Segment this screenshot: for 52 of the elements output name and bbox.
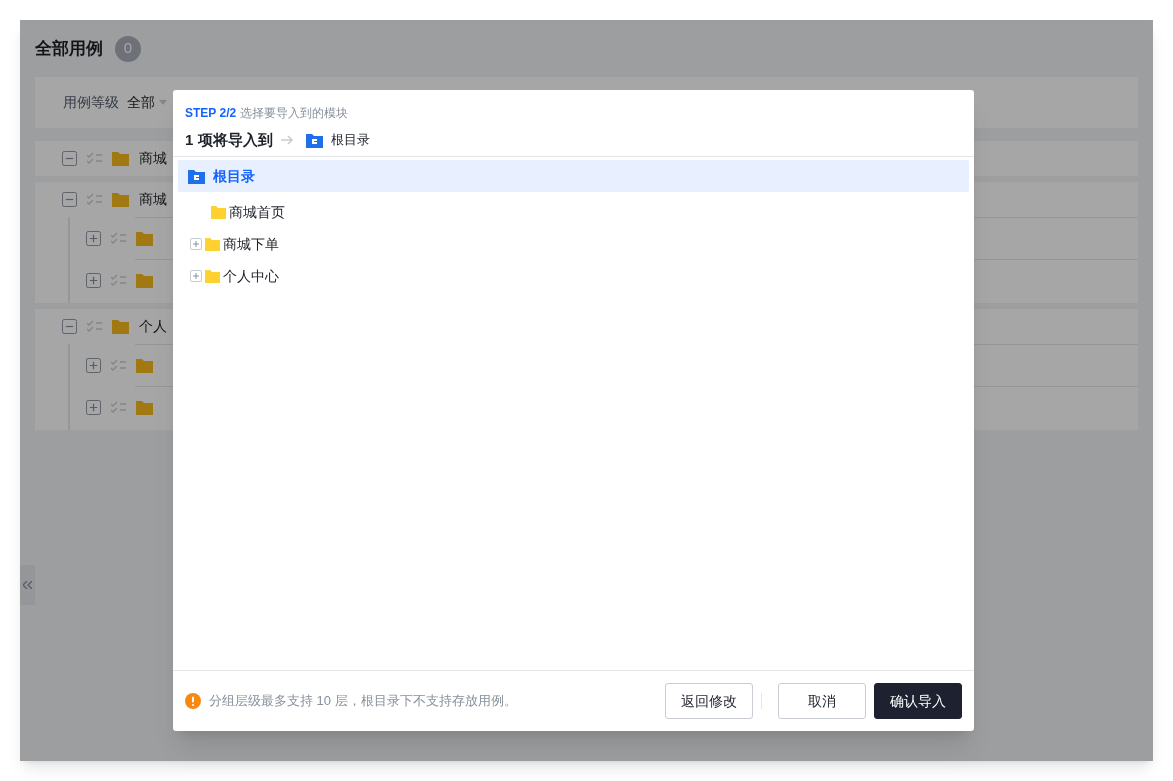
caret-down-icon (159, 100, 167, 105)
collapse-icon[interactable] (62, 151, 77, 166)
expand-icon[interactable] (190, 270, 202, 282)
count-badge: 0 (115, 35, 141, 62)
page-title: 全部用例 (35, 37, 103, 60)
level-dropdown[interactable]: 全部 (127, 92, 167, 113)
expand-icon[interactable] (86, 273, 101, 288)
expand-icon[interactable] (86, 358, 101, 373)
folder-icon (136, 400, 153, 415)
warning-icon (185, 693, 201, 709)
confirm-button[interactable]: 确认导入 (874, 683, 962, 719)
expand-icon[interactable] (86, 400, 101, 415)
folder-name[interactable]: 商城 (139, 148, 167, 169)
folder-icon (112, 319, 129, 334)
tree-item[interactable]: 个人中心 (178, 260, 969, 292)
collapse-icon[interactable] (62, 192, 77, 207)
hint-text: 分组层级最多支持 10 层，根目录下不支持存放用例。 (209, 692, 517, 711)
step-description: 选择要导入到的模块 (240, 105, 349, 122)
checklist-icon (87, 193, 102, 206)
folder-name[interactable]: 商城 (139, 189, 167, 210)
folder-icon (136, 231, 153, 246)
arrow-right-icon (280, 135, 294, 145)
tree-item[interactable]: 商城首页 (178, 196, 969, 228)
double-chevron-icon (23, 581, 32, 589)
collapse-sidebar-button[interactable] (20, 565, 35, 605)
tree-item[interactable]: 商城下单 (178, 228, 969, 260)
expand-icon[interactable] (190, 238, 202, 250)
checklist-icon (111, 274, 126, 287)
folder-name[interactable]: 个人 (139, 316, 167, 337)
checklist-icon (87, 320, 102, 333)
checklist-icon (87, 152, 102, 165)
folder-icon (136, 273, 153, 288)
target-folder: 根目录 (330, 131, 370, 150)
step-indicator: STEP 2/2 (185, 105, 237, 122)
dialog-title: 1 项将导入到 (185, 129, 273, 150)
folder-icon (205, 269, 220, 283)
checklist-icon (111, 232, 126, 245)
root-folder-icon (305, 132, 323, 148)
button[interactable]: 取消 (778, 683, 866, 719)
filter-label: 用例等级 (63, 93, 119, 112)
folder-icon (205, 237, 220, 251)
collapse-icon[interactable] (62, 319, 77, 334)
expand-icon[interactable] (86, 231, 101, 246)
folder-icon (112, 192, 129, 207)
tree-item[interactable]: 根目录 (178, 160, 969, 192)
folder-icon (211, 205, 226, 219)
checklist-icon (111, 359, 126, 372)
folder-icon (136, 358, 153, 373)
checklist-icon (111, 401, 126, 414)
root-folder-icon (188, 168, 205, 184)
folder-icon (112, 151, 129, 166)
button[interactable]: 返回修改 (665, 683, 753, 719)
